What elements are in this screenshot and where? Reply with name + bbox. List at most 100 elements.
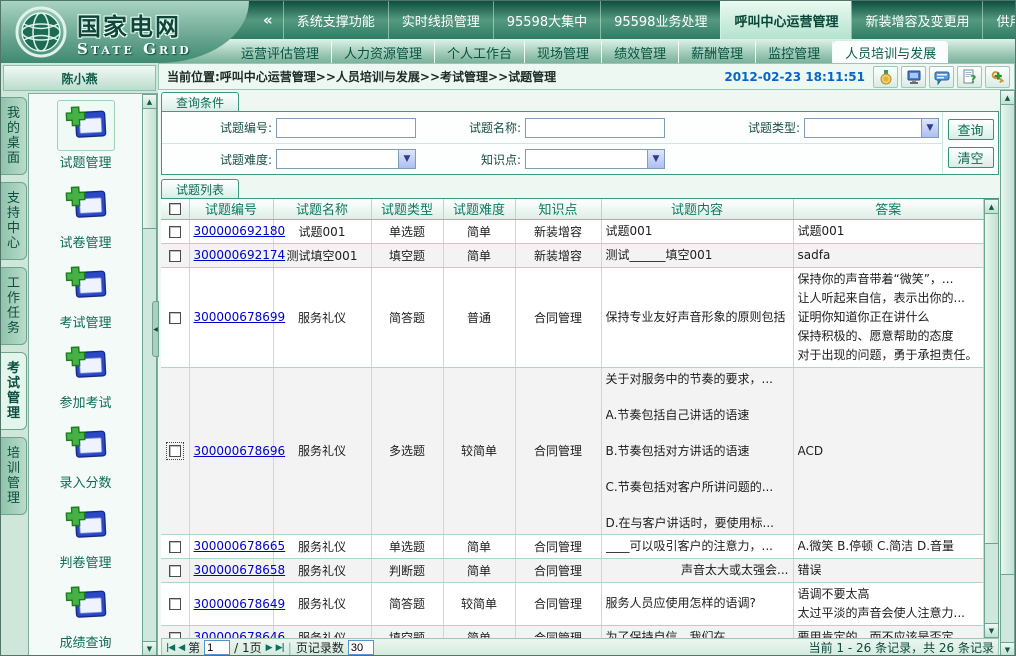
chevron-down-icon[interactable]: ▼ bbox=[647, 150, 664, 168]
scroll-up-icon[interactable]: ▲ bbox=[1001, 91, 1014, 105]
document-help-icon[interactable]: ? bbox=[957, 66, 982, 88]
question-id-link[interactable]: 300000678665 bbox=[194, 539, 286, 553]
sidebar-item-label: 试卷管理 bbox=[59, 232, 111, 251]
query-field-label: 试题名称: bbox=[416, 119, 521, 136]
sidebar-item[interactable]: 录入分数 bbox=[29, 420, 142, 491]
question-id-link[interactable]: 300000678696 bbox=[194, 444, 286, 458]
top-nav-item[interactable]: 呼叫中心运营管理 bbox=[720, 1, 851, 39]
sidebar-tab[interactable]: 工作任务 bbox=[1, 267, 27, 345]
chevron-down-icon[interactable]: ▼ bbox=[398, 150, 415, 168]
top-nav-item[interactable]: 实时线损管理 bbox=[388, 1, 493, 39]
sub-nav-item[interactable]: 人力资源管理 bbox=[332, 41, 435, 63]
query-text-input[interactable] bbox=[276, 118, 416, 138]
sub-nav-item[interactable]: 现场管理 bbox=[525, 41, 602, 63]
sub-nav-item[interactable]: 人员培训与发展 bbox=[833, 41, 948, 63]
top-nav-item[interactable]: 供用电合同管理 bbox=[982, 1, 1016, 39]
sidebar-tab[interactable]: 培训管理 bbox=[1, 437, 27, 515]
scroll-down-icon[interactable]: ▼ bbox=[1001, 642, 1014, 656]
sidebar-tab[interactable]: 支持中心 bbox=[1, 182, 27, 260]
search-button[interactable]: 查询 bbox=[948, 119, 994, 140]
top-nav-item[interactable]: 新装增容及变更用 bbox=[851, 1, 982, 39]
query-select[interactable]: ▼ bbox=[804, 118, 939, 138]
sub-nav-item[interactable]: 绩效管理 bbox=[602, 41, 679, 63]
query-text-input[interactable] bbox=[525, 118, 665, 138]
last-page-icon[interactable]: ▶| bbox=[276, 643, 284, 653]
folder-add-icon bbox=[57, 180, 115, 231]
question-id-link[interactable]: 300000678658 bbox=[194, 563, 286, 577]
table-scrollbar[interactable]: ▲ ▼ bbox=[984, 199, 999, 638]
next-page-icon[interactable]: ▶ bbox=[266, 643, 272, 653]
query-field-label: 试题类型: bbox=[665, 119, 800, 136]
row-checkbox[interactable] bbox=[169, 598, 181, 610]
sidebar-item[interactable]: 参加考试 bbox=[29, 340, 142, 411]
list-panel-tab[interactable]: 试题列表 bbox=[161, 179, 239, 198]
query-select[interactable]: ▼ bbox=[525, 149, 665, 169]
sub-nav-item[interactable]: 监控管理 bbox=[756, 41, 833, 63]
scrollbar-thumb[interactable] bbox=[143, 109, 156, 229]
row-checkbox[interactable] bbox=[169, 565, 181, 577]
question-id-link[interactable]: 300000678646 bbox=[194, 630, 286, 638]
sidebar-tab[interactable]: 我的桌面 bbox=[1, 97, 27, 175]
table-row: 300000678696服务礼仪多选题较简单合同管理关于对服务中的节奏的要求，.… bbox=[161, 367, 984, 534]
query-panel-tab[interactable]: 查询条件 bbox=[161, 92, 239, 111]
row-checkbox[interactable] bbox=[169, 541, 181, 553]
sidebar-tab[interactable]: 考试管理 bbox=[1, 352, 27, 430]
page-size-input[interactable] bbox=[348, 640, 374, 655]
scroll-up-icon[interactable]: ▲ bbox=[143, 95, 156, 109]
monitor-icon[interactable] bbox=[901, 66, 926, 88]
sidebar-item[interactable]: 试卷管理 bbox=[29, 180, 142, 251]
page-number-input[interactable] bbox=[204, 640, 230, 655]
question-id-link[interactable]: 300000692174 bbox=[194, 248, 286, 262]
chat-icon[interactable] bbox=[929, 66, 954, 88]
nav-scroll-left-icon[interactable]: « bbox=[253, 1, 283, 39]
brand-text: 国家电网 State Grid bbox=[77, 7, 192, 58]
question-answer: 错误 bbox=[793, 558, 984, 582]
row-checkbox[interactable] bbox=[169, 445, 181, 457]
question-id-link[interactable]: 300000678649 bbox=[194, 597, 286, 611]
sidebar-tab-strip: 我的桌面支持中心工作任务考试管理培训管理 bbox=[1, 93, 28, 656]
top-nav-item[interactable]: 95598大集中 bbox=[493, 1, 600, 39]
sidebar-item[interactable]: 考试管理 bbox=[29, 260, 142, 331]
sidebar-item[interactable]: 判卷管理 bbox=[29, 500, 142, 571]
chevron-down-icon[interactable]: ▼ bbox=[921, 119, 938, 137]
knowledge-point: 合同管理 bbox=[515, 558, 601, 582]
sub-nav-item[interactable]: 薪酬管理 bbox=[679, 41, 756, 63]
header-banner: « 系统支撑功能实时线损管理95598大集中95598业务处理呼叫中心运营管理新… bbox=[1, 1, 1015, 63]
folder-add-icon bbox=[57, 340, 115, 391]
sub-nav-item[interactable]: 运营评估管理 bbox=[229, 41, 332, 63]
sidebar-collapse-handle[interactable]: ◀ bbox=[152, 301, 159, 357]
question-content: ____可以吸引客户的注意力，... bbox=[601, 534, 793, 558]
sidebar-scrollbar[interactable]: ▲ ▼ bbox=[142, 94, 157, 656]
row-checkbox[interactable] bbox=[169, 312, 181, 324]
clear-button[interactable]: 清空 bbox=[948, 147, 994, 168]
scroll-down-icon[interactable]: ▼ bbox=[985, 623, 998, 637]
top-nav-item[interactable]: 95598业务处理 bbox=[600, 1, 720, 39]
scrollbar-thumb[interactable] bbox=[1001, 105, 1014, 575]
key-add-icon[interactable] bbox=[985, 66, 1010, 88]
brand-title-en: State Grid bbox=[77, 40, 192, 58]
first-page-icon[interactable]: |◀ bbox=[166, 643, 174, 653]
select-all-checkbox[interactable] bbox=[169, 203, 181, 215]
prev-page-icon[interactable]: ◀ bbox=[178, 643, 184, 653]
sidebar-item[interactable]: 成绩查询 bbox=[29, 580, 142, 651]
scrollbar-thumb[interactable] bbox=[985, 214, 998, 544]
question-id-link[interactable]: 300000692180 bbox=[194, 224, 286, 238]
page-scrollbar[interactable]: ▲ ▼ bbox=[1000, 90, 1015, 656]
question-name: 测试填空001 bbox=[273, 243, 371, 267]
top-nav-item[interactable]: 系统支撑功能 bbox=[283, 1, 388, 39]
row-checkbox[interactable] bbox=[169, 226, 181, 238]
scroll-down-icon[interactable]: ▼ bbox=[143, 641, 156, 655]
medal-icon[interactable] bbox=[873, 66, 898, 88]
sidebar-item[interactable]: 试题管理 bbox=[29, 100, 142, 171]
row-checkbox[interactable] bbox=[169, 250, 181, 262]
svg-text:?: ? bbox=[970, 73, 976, 85]
sub-nav-item[interactable]: 个人工作台 bbox=[435, 41, 525, 63]
toolbar-icons: ? bbox=[873, 66, 1010, 88]
scroll-up-icon[interactable]: ▲ bbox=[985, 200, 998, 214]
sidebar-item-label: 判卷管理 bbox=[59, 552, 111, 571]
folder-add-icon bbox=[57, 580, 115, 631]
row-checkbox[interactable] bbox=[169, 632, 181, 639]
query-select[interactable]: ▼ bbox=[276, 149, 416, 169]
folder-add-icon bbox=[57, 100, 115, 151]
question-id-link[interactable]: 300000678699 bbox=[194, 310, 286, 324]
